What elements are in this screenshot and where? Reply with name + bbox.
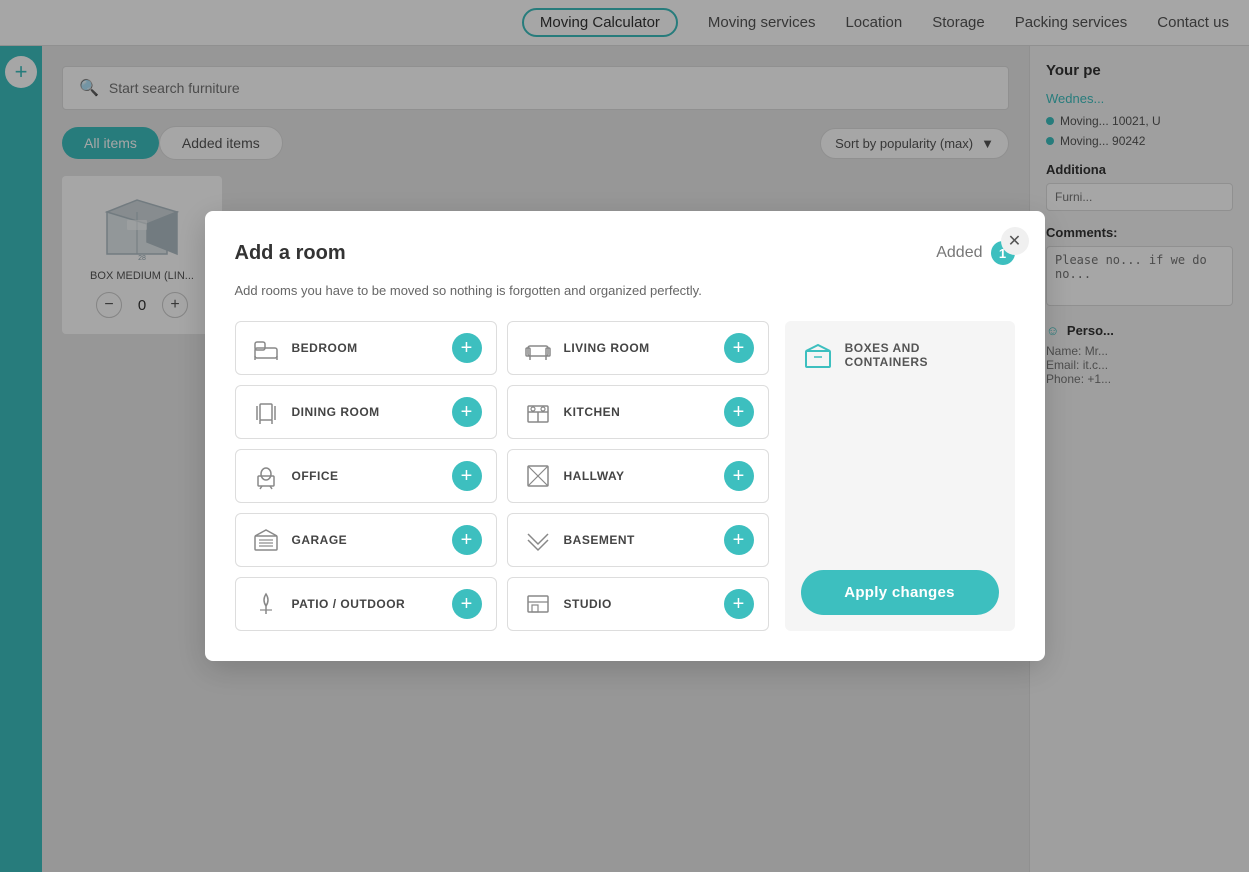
room-name-office: OFFICE — [292, 469, 339, 483]
hallway-icon — [522, 460, 554, 492]
add-living-room-btn[interactable]: + — [724, 333, 754, 363]
room-item-basement[interactable]: BASEMENT + — [507, 513, 769, 567]
add-patio-btn[interactable]: + — [452, 589, 482, 619]
room-name-garage: GARAGE — [292, 533, 348, 547]
room-item-dining-room[interactable]: DINING ROOM + — [235, 385, 497, 439]
room-name-patio: PATIO / OUTDOOR — [292, 597, 406, 611]
room-name-bedroom: BEDROOM — [292, 341, 358, 355]
modal-close-btn[interactable]: ✕ — [1001, 227, 1029, 255]
add-office-btn[interactable]: + — [452, 461, 482, 491]
modal-description: Add rooms you have to be moved so nothin… — [235, 281, 1015, 301]
room-item-studio[interactable]: STUDIO + — [507, 577, 769, 631]
room-item-hallway[interactable]: HALLWAY + — [507, 449, 769, 503]
room-item-patio[interactable]: PATIO / OUTDOOR + — [235, 577, 497, 631]
add-studio-btn[interactable]: + — [724, 589, 754, 619]
modal-overlay[interactable]: ✕ Add a room Added 1 Add rooms you have … — [0, 0, 1249, 872]
room-name-hallway: HALLWAY — [564, 469, 625, 483]
add-bedroom-btn[interactable]: + — [452, 333, 482, 363]
room-name-basement: BASEMENT — [564, 533, 635, 547]
room-name-studio: STUDIO — [564, 597, 612, 611]
dining-icon — [250, 396, 282, 428]
add-dining-room-btn[interactable]: + — [452, 397, 482, 427]
room-name-kitchen: KITCHEN — [564, 405, 621, 419]
add-room-modal: ✕ Add a room Added 1 Add rooms you have … — [205, 211, 1045, 661]
modal-added-label: Added — [936, 244, 982, 262]
room-name-dining-room: DINING ROOM — [292, 405, 380, 419]
modal-body: BEDROOM + LIVING ROOM + — [235, 321, 1015, 631]
apply-changes-btn[interactable]: Apply changes — [801, 570, 999, 615]
add-kitchen-btn[interactable]: + — [724, 397, 754, 427]
room-item-bedroom[interactable]: BEDROOM + — [235, 321, 497, 375]
room-item-garage[interactable]: GARAGE + — [235, 513, 497, 567]
sofa-icon — [522, 332, 554, 364]
studio-icon — [522, 588, 554, 620]
modal-right-panel: BOXES AND CONTAINERS Apply changes — [785, 321, 1015, 631]
office-icon — [250, 460, 282, 492]
boxes-label: BOXES AND CONTAINERS — [845, 341, 999, 369]
kitchen-icon — [522, 396, 554, 428]
patio-icon — [250, 588, 282, 620]
modal-title: Add a room — [235, 242, 346, 265]
room-name-living-room: LIVING ROOM — [564, 341, 650, 355]
modal-header: Add a room Added 1 — [235, 241, 1015, 265]
add-hallway-btn[interactable]: + — [724, 461, 754, 491]
boxes-header: BOXES AND CONTAINERS — [801, 337, 999, 373]
room-item-living-room[interactable]: LIVING ROOM + — [507, 321, 769, 375]
room-grid: BEDROOM + LIVING ROOM + — [235, 321, 769, 631]
add-garage-btn[interactable]: + — [452, 525, 482, 555]
room-item-kitchen[interactable]: KITCHEN + — [507, 385, 769, 439]
garage-icon — [250, 524, 282, 556]
boxes-containers-icon — [801, 337, 835, 373]
basement-icon — [522, 524, 554, 556]
room-item-office[interactable]: OFFICE + — [235, 449, 497, 503]
bed-icon — [250, 332, 282, 364]
add-basement-btn[interactable]: + — [724, 525, 754, 555]
